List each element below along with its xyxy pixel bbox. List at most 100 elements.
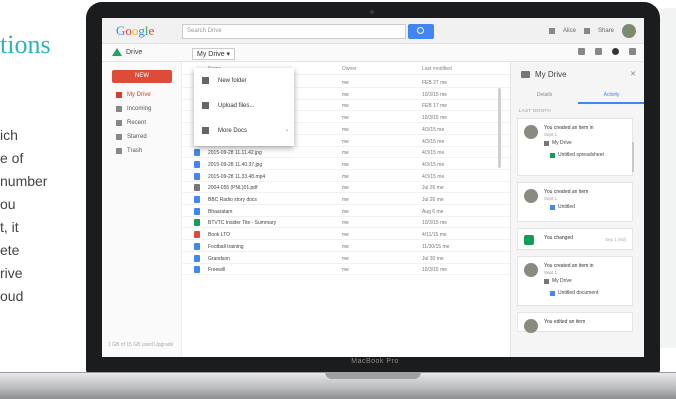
- storage-note[interactable]: 1 GB of 15 GB used Upgrade: [108, 342, 178, 349]
- info-icon[interactable]: [612, 48, 619, 55]
- search-input[interactable]: Search Drive: [182, 24, 406, 39]
- table-row[interactable]: Freewill me 10/3/15 me: [182, 264, 517, 276]
- menu-item-more[interactable]: More Docs ›: [194, 120, 294, 142]
- activity-file[interactable]: Untitled spreadsheet: [550, 152, 604, 158]
- avatar: [524, 189, 538, 203]
- search-icon: [417, 27, 424, 34]
- logo-letter: e: [148, 23, 155, 38]
- folder-icon: [544, 140, 549, 146]
- grid-view-icon[interactable]: [578, 48, 585, 55]
- file-list-scrollbar[interactable]: [498, 88, 501, 168]
- upload-icon: [202, 102, 209, 109]
- tab-details[interactable]: Details: [511, 92, 578, 98]
- folder-icon: [544, 278, 549, 284]
- tab-activity[interactable]: Activity: [578, 92, 644, 104]
- avatar: [524, 235, 534, 245]
- sidebar-item-trash[interactable]: Trash: [116, 148, 142, 154]
- details-tabs: Details Activity: [511, 88, 644, 104]
- file-name: BTVTC Insider Tite - Summary: [208, 220, 277, 227]
- activity-section-label: LAST MONTH: [519, 108, 551, 113]
- sidebar-item-my-drive[interactable]: My Drive: [116, 92, 151, 98]
- sidebar-item-incoming[interactable]: Incoming: [116, 106, 151, 112]
- activity-card[interactable]: You created an item Sept 1 Untitled: [517, 182, 633, 222]
- new-button[interactable]: NEW: [112, 70, 172, 83]
- apps-icon[interactable]: [548, 28, 555, 34]
- menu-item-upload-files[interactable]: Upload files...: [194, 95, 294, 117]
- file-modified: 4/3/15 me: [422, 138, 445, 145]
- file-modified: 10/3/15 me: [422, 267, 448, 274]
- folder-icon: [202, 77, 209, 84]
- table-row[interactable]: Grandson me Jul 30 me: [182, 253, 517, 264]
- file-owner: me: [342, 220, 349, 227]
- file-owner: me: [342, 161, 349, 168]
- column-last-modified[interactable]: Last modified: [422, 66, 452, 72]
- table-row[interactable]: Bhaaratam me Aug 6 me: [182, 206, 517, 217]
- chevron-right-icon: ›: [286, 128, 288, 134]
- table-row[interactable]: BTVTC Insider Tite - Summary me 10/3/15 me: [182, 217, 517, 229]
- file-type-icon: [194, 196, 200, 203]
- activity-card[interactable]: You created an item in Sept 1 My Drive Unti…: [517, 256, 633, 306]
- activity-folder[interactable]: My Drive: [544, 278, 572, 284]
- column-owner[interactable]: Owner: [342, 66, 357, 72]
- table-row[interactable]: 2004-055 (PNL)01.pdf me Jul 26 me: [182, 182, 517, 194]
- file-name: 2015-09-28 11.33.48.mp4: [208, 173, 266, 180]
- laptop-brand-label: MacBook Pro: [351, 358, 399, 365]
- activity-file[interactable]: Untitled document: [550, 290, 598, 296]
- file-owner: me: [342, 173, 349, 180]
- activity-card[interactable]: You edited an item: [517, 312, 633, 333]
- activity-date: Sept 1: [544, 132, 558, 137]
- google-logo[interactable]: Google: [116, 23, 154, 39]
- activity-folder[interactable]: My Drive: [544, 140, 572, 146]
- notifications-icon[interactable]: [583, 28, 590, 34]
- file-modified: Jul 26 me: [422, 185, 444, 192]
- avatar[interactable]: [622, 24, 636, 38]
- drive-logo[interactable]: Drive: [112, 48, 142, 56]
- activity-file[interactable]: Untitled: [550, 204, 575, 210]
- menu-item-new-folder[interactable]: New folder: [194, 70, 294, 92]
- sidebar-item-recent[interactable]: Recent: [116, 120, 146, 126]
- details-scrollbar[interactable]: [632, 142, 634, 172]
- file-owner: me: [342, 243, 349, 250]
- avatar: [524, 319, 538, 333]
- activity-folder-name: My Drive: [552, 140, 572, 146]
- file-type-icon: [194, 184, 200, 192]
- table-row[interactable]: 2015-09-28 11.33.48.mp4 me 4/3/15 me: [182, 171, 517, 182]
- article-body-fragment: ich e of number ou t, it ete rive oud: [0, 124, 47, 308]
- activity-date: Sept 1: [544, 196, 558, 201]
- table-row[interactable]: 2015-09-28 11.40.37.jpg me 4/3/15 me: [182, 159, 517, 170]
- file-type-icon: [194, 149, 200, 157]
- share-link[interactable]: Share: [598, 28, 614, 34]
- table-row[interactable]: 2015-09-28 11.11.42.jpg me 4/3/15 me: [182, 147, 517, 159]
- file-owner: me: [342, 197, 349, 203]
- file-owner: me: [342, 80, 349, 86]
- file-name: Freewill: [208, 267, 226, 274]
- file-modified: Jul 30 me: [422, 255, 444, 262]
- file-name: 2015-09-28 11.11.42.jpg: [208, 150, 262, 157]
- table-row[interactable]: Book LTO me 4/11/15 me: [182, 229, 517, 241]
- user-name[interactable]: Alice: [563, 28, 576, 34]
- activity-file-name: Untitled: [558, 204, 575, 210]
- file-owner: me: [342, 255, 349, 262]
- activity-card[interactable]: You created an item in Sept 1 My Drive Unti…: [517, 118, 633, 176]
- file-owner: me: [342, 115, 349, 122]
- star-icon: [116, 134, 122, 140]
- drive-triangle-icon: [112, 48, 122, 56]
- table-row[interactable]: BBC Radio story docs me Jul 26 me: [182, 194, 517, 205]
- folder-icon: [521, 71, 530, 78]
- my-drive-dropdown[interactable]: My Drive ▾: [192, 48, 236, 60]
- table-row[interactable]: Football training me 11/30/15 me: [182, 241, 517, 252]
- settings-icon[interactable]: [629, 48, 636, 55]
- file-owner: me: [342, 103, 349, 110]
- search-button[interactable]: [408, 24, 434, 39]
- file-modified: Jul 26 me: [422, 197, 444, 203]
- close-icon[interactable]: ✕: [630, 70, 636, 78]
- file-name: Grandson: [208, 255, 230, 262]
- article-line: ete: [0, 242, 20, 258]
- sort-icon[interactable]: [595, 48, 602, 55]
- sidebar-item-label: Recent: [127, 120, 147, 126]
- article-heading-fragment: tions: [0, 30, 51, 59]
- new-menu: New folder Upload files... More Docs ›: [194, 68, 294, 146]
- sidebar-item-label: Incoming: [127, 106, 152, 112]
- sidebar-item-starred[interactable]: Starred: [116, 134, 147, 140]
- activity-card[interactable]: You changed Sep 1 (ed): [517, 228, 633, 250]
